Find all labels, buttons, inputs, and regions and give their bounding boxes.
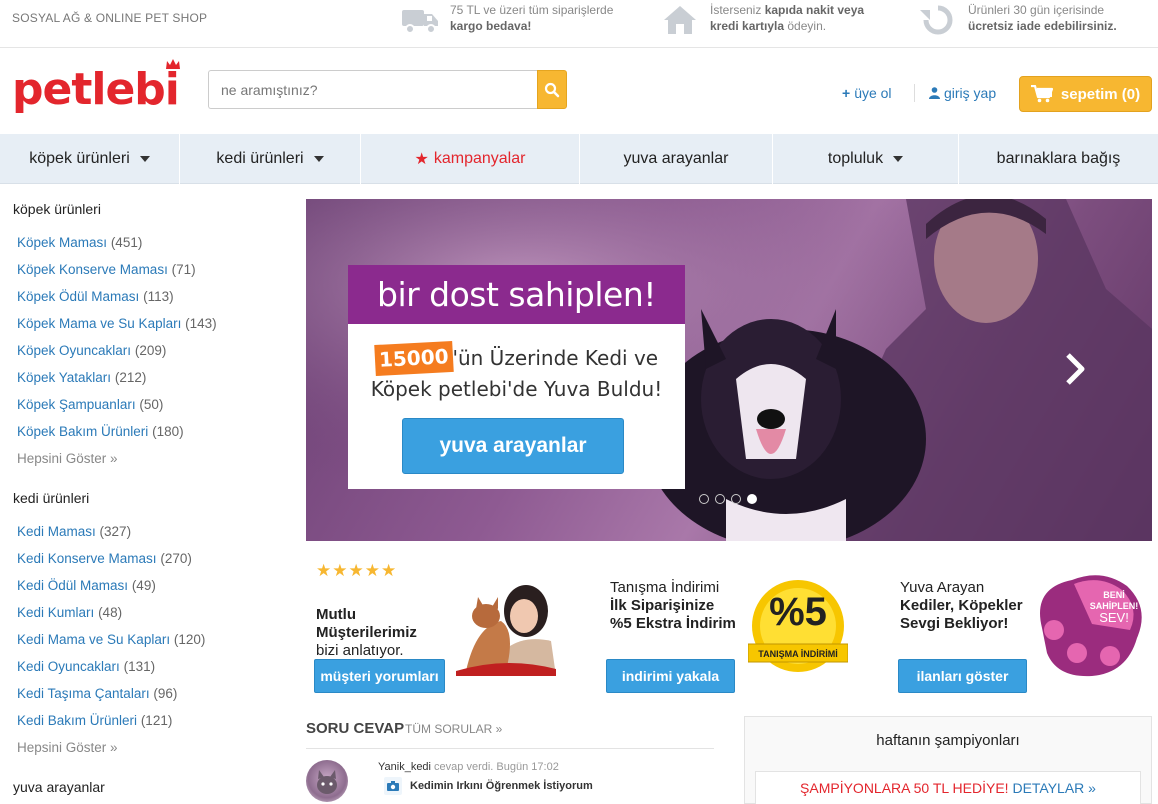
welcome-discount-tile: Tanışma İndirimi İlk Siparişinize %5 Ekstr… <box>600 556 870 696</box>
home-icon <box>664 6 696 34</box>
tile-title: Yuva Arayan Kediler, Köpekler Sevgi Bekliy… <box>900 579 1023 632</box>
sidebar-item[interactable]: Köpek Şampuanları (50) <box>17 397 163 412</box>
signup-link[interactable]: + üye ol <box>842 85 892 101</box>
main-navigation: köpek ürünleri kedi ürünleri ★ kampanyala… <box>0 134 1158 184</box>
promo-highlight-count: 15000 <box>374 340 454 377</box>
sidebar-item[interactable]: Kedi Taşıma Çantaları (96) <box>17 686 177 701</box>
perk-free-return: Ürünleri 30 gün içerisinde ücretsiz iade… <box>918 2 1117 38</box>
perk-free-shipping: 75 TL ve üzeri tüm siparişlerde kargo be… <box>400 2 613 38</box>
rating-stars-icon: ★★★★★ <box>316 561 398 580</box>
sidebar-item[interactable]: Köpek Konserve Maması (71) <box>17 262 196 277</box>
caret-down-icon <box>139 156 150 162</box>
adoption-promo-card: bir dost sahiplen! 15000'ün Üzerinde Ked… <box>348 265 685 489</box>
champions-details-link[interactable]: DETAYLAR » <box>1012 780 1096 796</box>
sidebar-dog-heading: köpek ürünleri <box>13 201 101 217</box>
truck-icon <box>402 10 438 34</box>
slider-dot[interactable] <box>715 494 725 504</box>
qa-meta: Yanik_kedi cevap verdi. Bugün 17:02 <box>378 761 559 773</box>
sidebar-adoption-heading: yuva arayanlar <box>13 779 105 795</box>
sidebar-item[interactable]: Köpek Maması (451) <box>17 235 142 250</box>
nav-adoption[interactable]: yuva arayanlar <box>580 134 773 184</box>
sidebar-item[interactable]: Köpek Mama ve Su Kapları (143) <box>17 316 217 331</box>
paw-text: BENİ SAHİPLEN! SEV! <box>1089 590 1139 625</box>
nav-shelter-donation[interactable]: barınaklara bağış <box>959 134 1158 184</box>
nav-dog-products[interactable]: köpek ürünleri <box>0 134 180 184</box>
sidebar-item[interactable]: Kedi Oyuncakları (131) <box>17 659 155 674</box>
discount-badge: %5 TANIŞMA İNDİRİMİ <box>748 578 848 678</box>
cart-icon <box>1030 85 1053 103</box>
nav-cat-products[interactable]: kedi ürünleri <box>180 134 361 184</box>
plus-icon: + <box>842 85 851 101</box>
customer-reviews-tile: ★★★★★ Mutlu Müşterilerimiz bizi anlatıyor.… <box>306 556 576 696</box>
tile-title: Mutlu Müşterilerimiz bizi anlatıyor. <box>316 606 417 659</box>
champions-title: haftanın şampiyonları <box>876 732 1020 749</box>
auth-divider <box>914 84 915 102</box>
search-icon <box>544 82 560 97</box>
champions-promo: ŞAMPİYONLARA 50 TL HEDİYE! DETAYLAR » <box>755 771 1141 804</box>
promo-headline: bir dost sahiplen! <box>348 265 685 324</box>
login-link[interactable]: giriş yap <box>929 85 996 101</box>
site-header: petlebi + üye ol giriş yap sepetim (0) <box>0 48 1158 134</box>
top-info-bar: SOSYAL AĞ & ONLINE PET SHOP 75 TL ve üze… <box>0 0 1158 48</box>
paw-badge: BENİ SAHİPLEN! SEV! <box>1032 568 1147 680</box>
search-input[interactable] <box>208 70 538 109</box>
sidebar-item[interactable]: Kedi Konserve Maması (270) <box>17 551 192 566</box>
slider-dot[interactable] <box>731 494 741 504</box>
user-icon <box>929 87 940 99</box>
slider-prev-icon[interactable]: ‹ <box>361 364 368 387</box>
discount-badge-value: %5 <box>769 590 827 634</box>
slider-next-icon[interactable] <box>1064 352 1086 386</box>
woman-with-cat-image <box>456 585 556 676</box>
site-tagline: SOSYAL AĞ & ONLINE PET SHOP <box>12 11 208 25</box>
tile-title: Tanışma İndirimi İlk Siparişinize %5 Ekstr… <box>610 579 736 632</box>
promo-text: 15000'ün Üzerinde Kedi ve Köpek petlebi'… <box>348 340 685 405</box>
sidebar-item[interactable]: Köpek Bakım Ürünleri (180) <box>17 424 184 439</box>
crown-icon <box>165 59 180 69</box>
grab-discount-button[interactable]: indirimi yakala <box>606 659 735 693</box>
sidebar-item[interactable]: Kedi Maması (327) <box>17 524 131 539</box>
show-listings-button[interactable]: ilanları göster <box>898 659 1027 693</box>
discount-badge-label: TANIŞMA İNDİRİMİ <box>758 649 838 659</box>
caret-down-icon <box>313 156 324 162</box>
sidebar-item[interactable]: Köpek Oyuncakları (209) <box>17 343 166 358</box>
cart-button[interactable]: sepetim (0) <box>1019 76 1152 112</box>
qa-section-title: SORU CEVAP <box>306 720 405 737</box>
qa-all-questions-link[interactable]: TÜM SORULAR » <box>405 722 502 736</box>
sidebar-item[interactable]: Köpek Ödül Maması (113) <box>17 289 174 304</box>
return-icon <box>920 5 953 35</box>
sidebar-dog-show-all[interactable]: Hepsini Göster » <box>17 451 118 466</box>
nav-campaigns[interactable]: ★ kampanyalar <box>361 134 580 184</box>
sidebar-item[interactable]: Köpek Yatakları (212) <box>17 370 146 385</box>
qa-question-link[interactable]: Kedimin Irkını Öğrenmek İstiyorum <box>384 777 593 795</box>
cat-avatar-image <box>317 770 337 794</box>
adoption-listings-tile: Yuva Arayan Kediler, Köpekler Sevgi Bekliy… <box>892 556 1156 696</box>
adoption-cta-button[interactable]: yuva arayanlar <box>402 418 624 474</box>
hero-slider[interactable]: bir dost sahiplen! 15000'ün Üzerinde Ked… <box>306 199 1152 541</box>
perk-pay-at-door: İsterseniz kapıda nakit veya kredi kartı… <box>660 2 864 38</box>
customer-reviews-button[interactable]: müşteri yorumları <box>314 659 445 693</box>
sidebar-item[interactable]: Kedi Mama ve Su Kapları (120) <box>17 632 205 647</box>
sidebar-cat-show-all[interactable]: Hepsini Göster » <box>17 740 118 755</box>
sidebar-item[interactable]: Kedi Kumları (48) <box>17 605 122 620</box>
camera-icon <box>384 777 402 795</box>
search-button[interactable] <box>537 70 567 109</box>
sidebar-item[interactable]: Kedi Bakım Ürünleri (121) <box>17 713 172 728</box>
sidebar-cat-heading: kedi ürünleri <box>13 490 90 506</box>
star-icon: ★ <box>414 151 429 168</box>
weekly-champions-box: haftanın şampiyonları ŞAMPİYONLARA 50 TL… <box>744 716 1152 804</box>
qa-username[interactable]: Yanik_kedi <box>378 761 431 773</box>
slider-dot-active[interactable] <box>747 494 757 504</box>
slider-dots <box>699 494 763 504</box>
avatar[interactable] <box>306 760 348 802</box>
sidebar-item[interactable]: Kedi Ödül Maması (49) <box>17 578 156 593</box>
slider-dot[interactable] <box>699 494 709 504</box>
petlebi-logo[interactable]: petlebi <box>12 59 180 115</box>
nav-community[interactable]: topluluk <box>773 134 959 184</box>
qa-divider <box>306 748 714 749</box>
caret-down-icon <box>893 156 904 162</box>
